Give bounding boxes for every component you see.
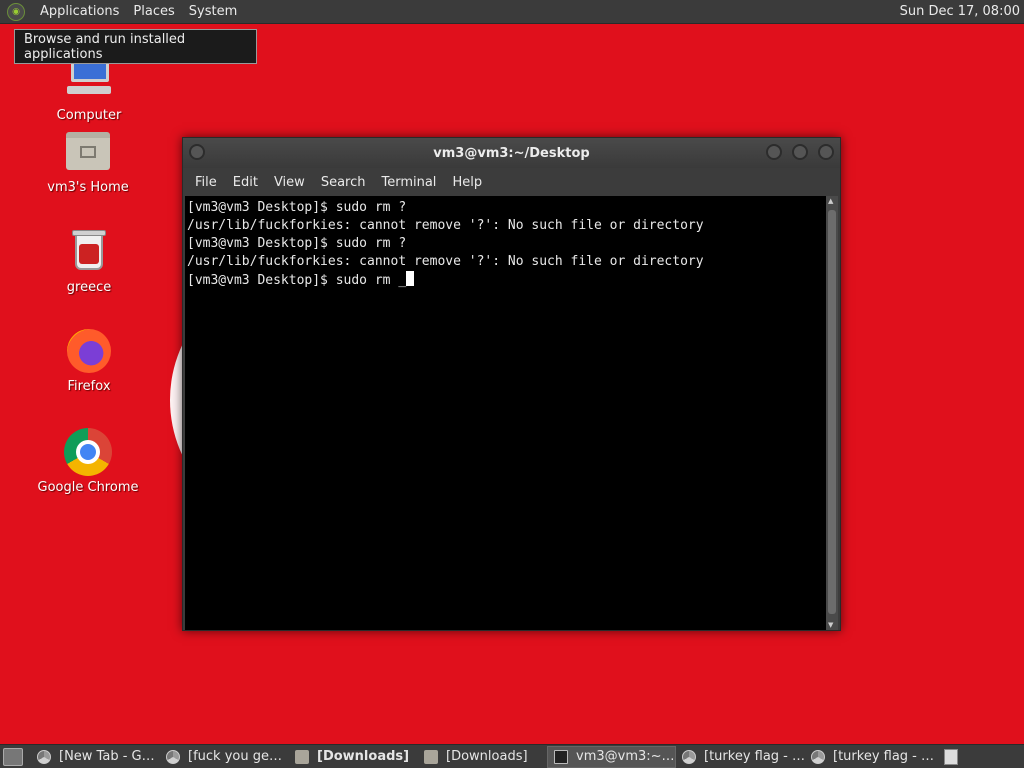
menu-help[interactable]: Help (444, 175, 490, 190)
menu-terminal[interactable]: Terminal (373, 175, 444, 190)
terminal-window: vm3@vm3:~/Desktop File Edit View Search … (182, 137, 841, 631)
minimize-button[interactable] (766, 144, 782, 160)
applications-tooltip: Browse and run installed applications (14, 29, 257, 64)
menu-file[interactable]: File (187, 175, 225, 190)
text-cursor (406, 271, 415, 286)
system-menu[interactable]: System (182, 4, 244, 19)
chrome-icon (811, 749, 825, 764)
terminal-scrollbar[interactable]: ▲ ▼ (826, 196, 838, 630)
taskbar-item[interactable]: [turkey flag - … (676, 746, 805, 768)
terminal-line: /usr/lib/fuckforkies: cannot remove '?':… (187, 218, 704, 233)
folder-icon (295, 749, 309, 764)
scroll-up-icon[interactable]: ▲ (828, 197, 833, 205)
maximize-button[interactable] (792, 144, 808, 160)
clock[interactable]: Sun Dec 17, 08:00 (900, 4, 1020, 19)
terminal-menubar: File Edit View Search Terminal Help (183, 168, 840, 196)
desktop-icon-chrome[interactable]: Google Chrome (28, 428, 148, 495)
applications-menu[interactable]: Applications (33, 4, 126, 19)
top-panel: ◉ Applications Places System Sun Dec 17,… (0, 0, 1024, 24)
taskbar-item[interactable]: [Downloads] (289, 746, 418, 768)
terminal-line: [vm3@vm3 Desktop]$ sudo rm ? (187, 200, 407, 215)
menu-edit[interactable]: Edit (225, 175, 266, 190)
scrollbar-thumb[interactable] (828, 210, 836, 614)
terminal-title: vm3@vm3:~/Desktop (433, 145, 590, 161)
taskbar-item[interactable]: [fuck you gee… (160, 746, 289, 768)
desktop-icon-label: vm3's Home (47, 180, 129, 195)
terminal-icon (554, 749, 568, 764)
desktop-icon-firefox[interactable]: Firefox (29, 327, 149, 394)
desktop-icon-label: Google Chrome (37, 480, 139, 495)
bottom-taskbar: [New Tab - G… [fuck you gee… [Downloads]… (0, 744, 1024, 768)
chrome-icon (64, 428, 112, 476)
taskbar-item[interactable]: [New Tab - G… (31, 746, 160, 768)
menu-view[interactable]: View (266, 175, 313, 190)
window-menu-button[interactable] (189, 144, 205, 160)
places-menu[interactable]: Places (126, 4, 181, 19)
firefox-icon (65, 327, 113, 375)
terminal-line: [vm3@vm3 Desktop]$ sudo rm ? (187, 236, 407, 251)
desktop-icon-label: greece (66, 280, 112, 295)
desktop-icon-trash[interactable]: greece (29, 228, 149, 295)
menu-search[interactable]: Search (313, 175, 374, 190)
chrome-icon (37, 749, 51, 764)
terminal-line: /usr/lib/fuckforkies: cannot remove '?':… (187, 254, 704, 269)
desktop-icon-label: Firefox (67, 379, 111, 394)
home-folder-icon (64, 128, 112, 176)
trash-icon (65, 228, 113, 276)
scroll-down-icon[interactable]: ▼ (828, 621, 833, 629)
desktop-icon-home[interactable]: vm3's Home (28, 128, 148, 195)
desktop-icon-computer[interactable]: Computer (29, 56, 149, 123)
chrome-icon (682, 749, 696, 764)
folder-icon (424, 749, 438, 764)
workspace-switcher-icon[interactable] (944, 748, 958, 765)
terminal-titlebar[interactable]: vm3@vm3:~/Desktop (183, 138, 840, 168)
terminal-output[interactable]: [vm3@vm3 Desktop]$ sudo rm ? /usr/lib/fuc… (185, 196, 827, 630)
desktop-icon-label: Computer (56, 108, 122, 123)
taskbar-item-active[interactable]: vm3@vm3:~/… (547, 745, 676, 768)
show-desktop-icon[interactable] (3, 747, 23, 766)
distro-logo-icon[interactable]: ◉ (7, 2, 25, 21)
taskbar-item[interactable]: [Downloads] (418, 746, 547, 768)
taskbar-item[interactable]: [turkey flag - … (805, 746, 934, 768)
chrome-icon (166, 749, 180, 764)
close-button[interactable] (818, 144, 834, 160)
terminal-line: [vm3@vm3 Desktop]$ sudo rm _ (187, 273, 407, 288)
terminal-prompt-line[interactable]: [vm3@vm3 Desktop]$ sudo rm _ (187, 271, 825, 290)
